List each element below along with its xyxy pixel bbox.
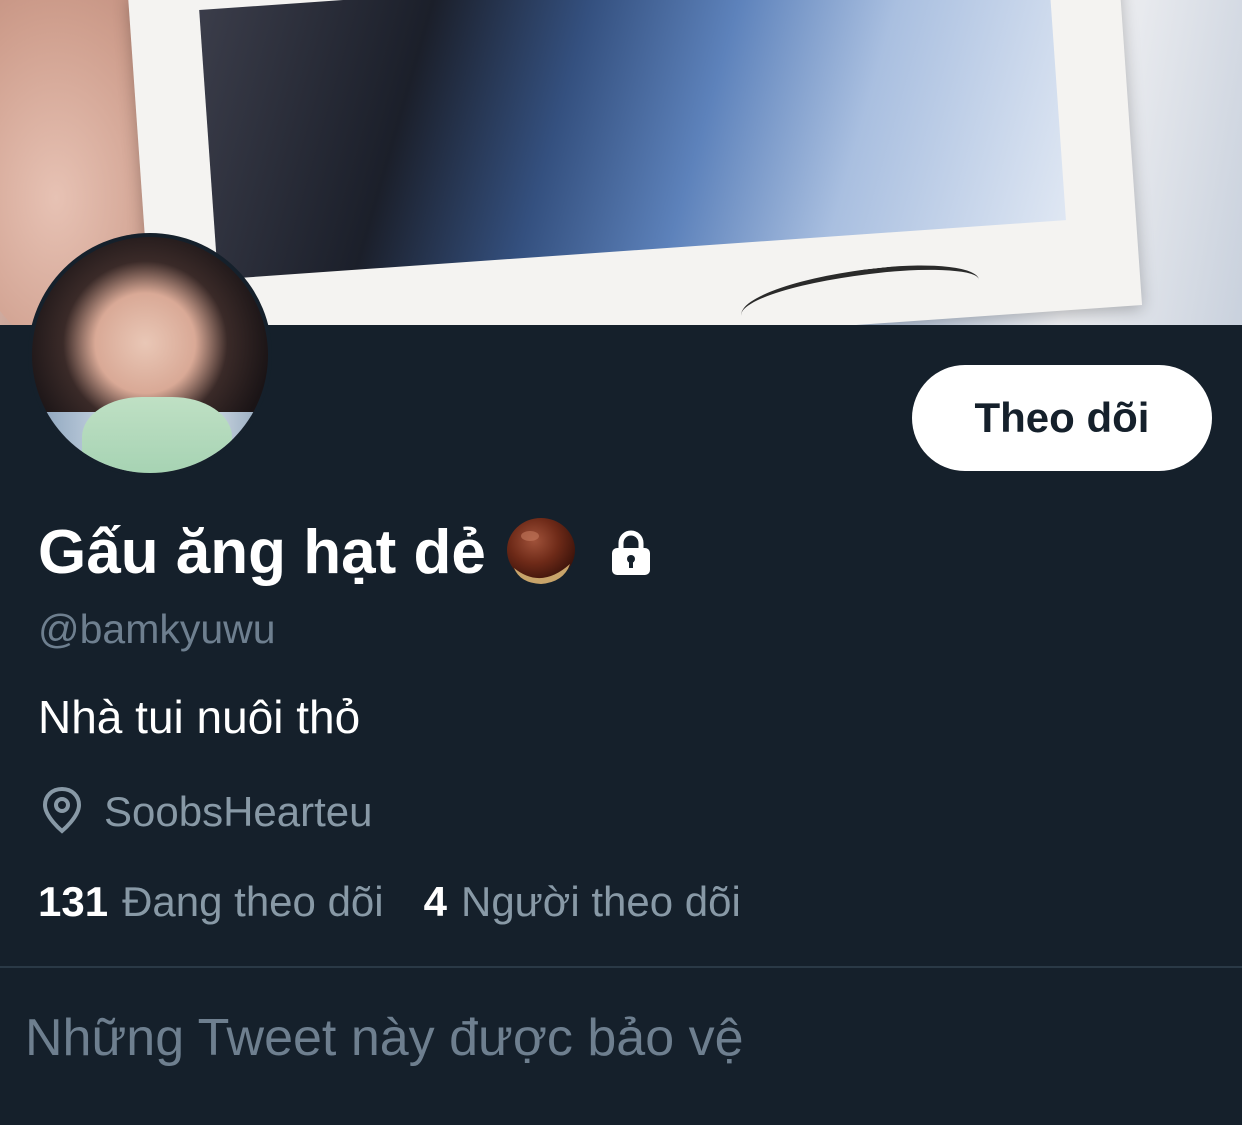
profile-page: Theo dõi Gấu ăng hạt dẻ @bamkyuwu Nhà tu… bbox=[0, 0, 1242, 1125]
followers-link[interactable]: 4 Người theo dõi bbox=[424, 878, 741, 926]
follow-button[interactable]: Theo dõi bbox=[912, 365, 1212, 471]
bio-text: Nhà tui nuôi thỏ bbox=[38, 691, 361, 743]
avatar-image bbox=[32, 237, 268, 473]
followers-label: Người theo dõi bbox=[460, 878, 741, 925]
user-handle: @bamkyuwu bbox=[38, 606, 276, 652]
following-label: Đang theo dõi bbox=[122, 878, 384, 925]
chestnut-icon bbox=[504, 516, 578, 588]
divider bbox=[0, 966, 1242, 968]
location: SoobsHearteu bbox=[40, 784, 373, 840]
avatar[interactable] bbox=[28, 233, 272, 477]
display-name: Gấu ăng hạt dẻ bbox=[38, 517, 486, 587]
location-text: SoobsHearteu bbox=[104, 788, 373, 835]
followers-count: 4 bbox=[423, 878, 447, 925]
follow-stats: 131 Đang theo dõi 4 Người theo dõi bbox=[38, 878, 741, 926]
protected-tweets-notice: Những Tweet này được bảo vệ bbox=[25, 1009, 744, 1067]
following-count: 131 bbox=[38, 878, 109, 925]
following-link[interactable]: 131 Đang theo dõi bbox=[38, 878, 384, 926]
display-name-row: Gấu ăng hạt dẻ bbox=[38, 512, 656, 592]
location-pin-icon bbox=[40, 785, 84, 840]
lock-icon bbox=[606, 527, 656, 577]
